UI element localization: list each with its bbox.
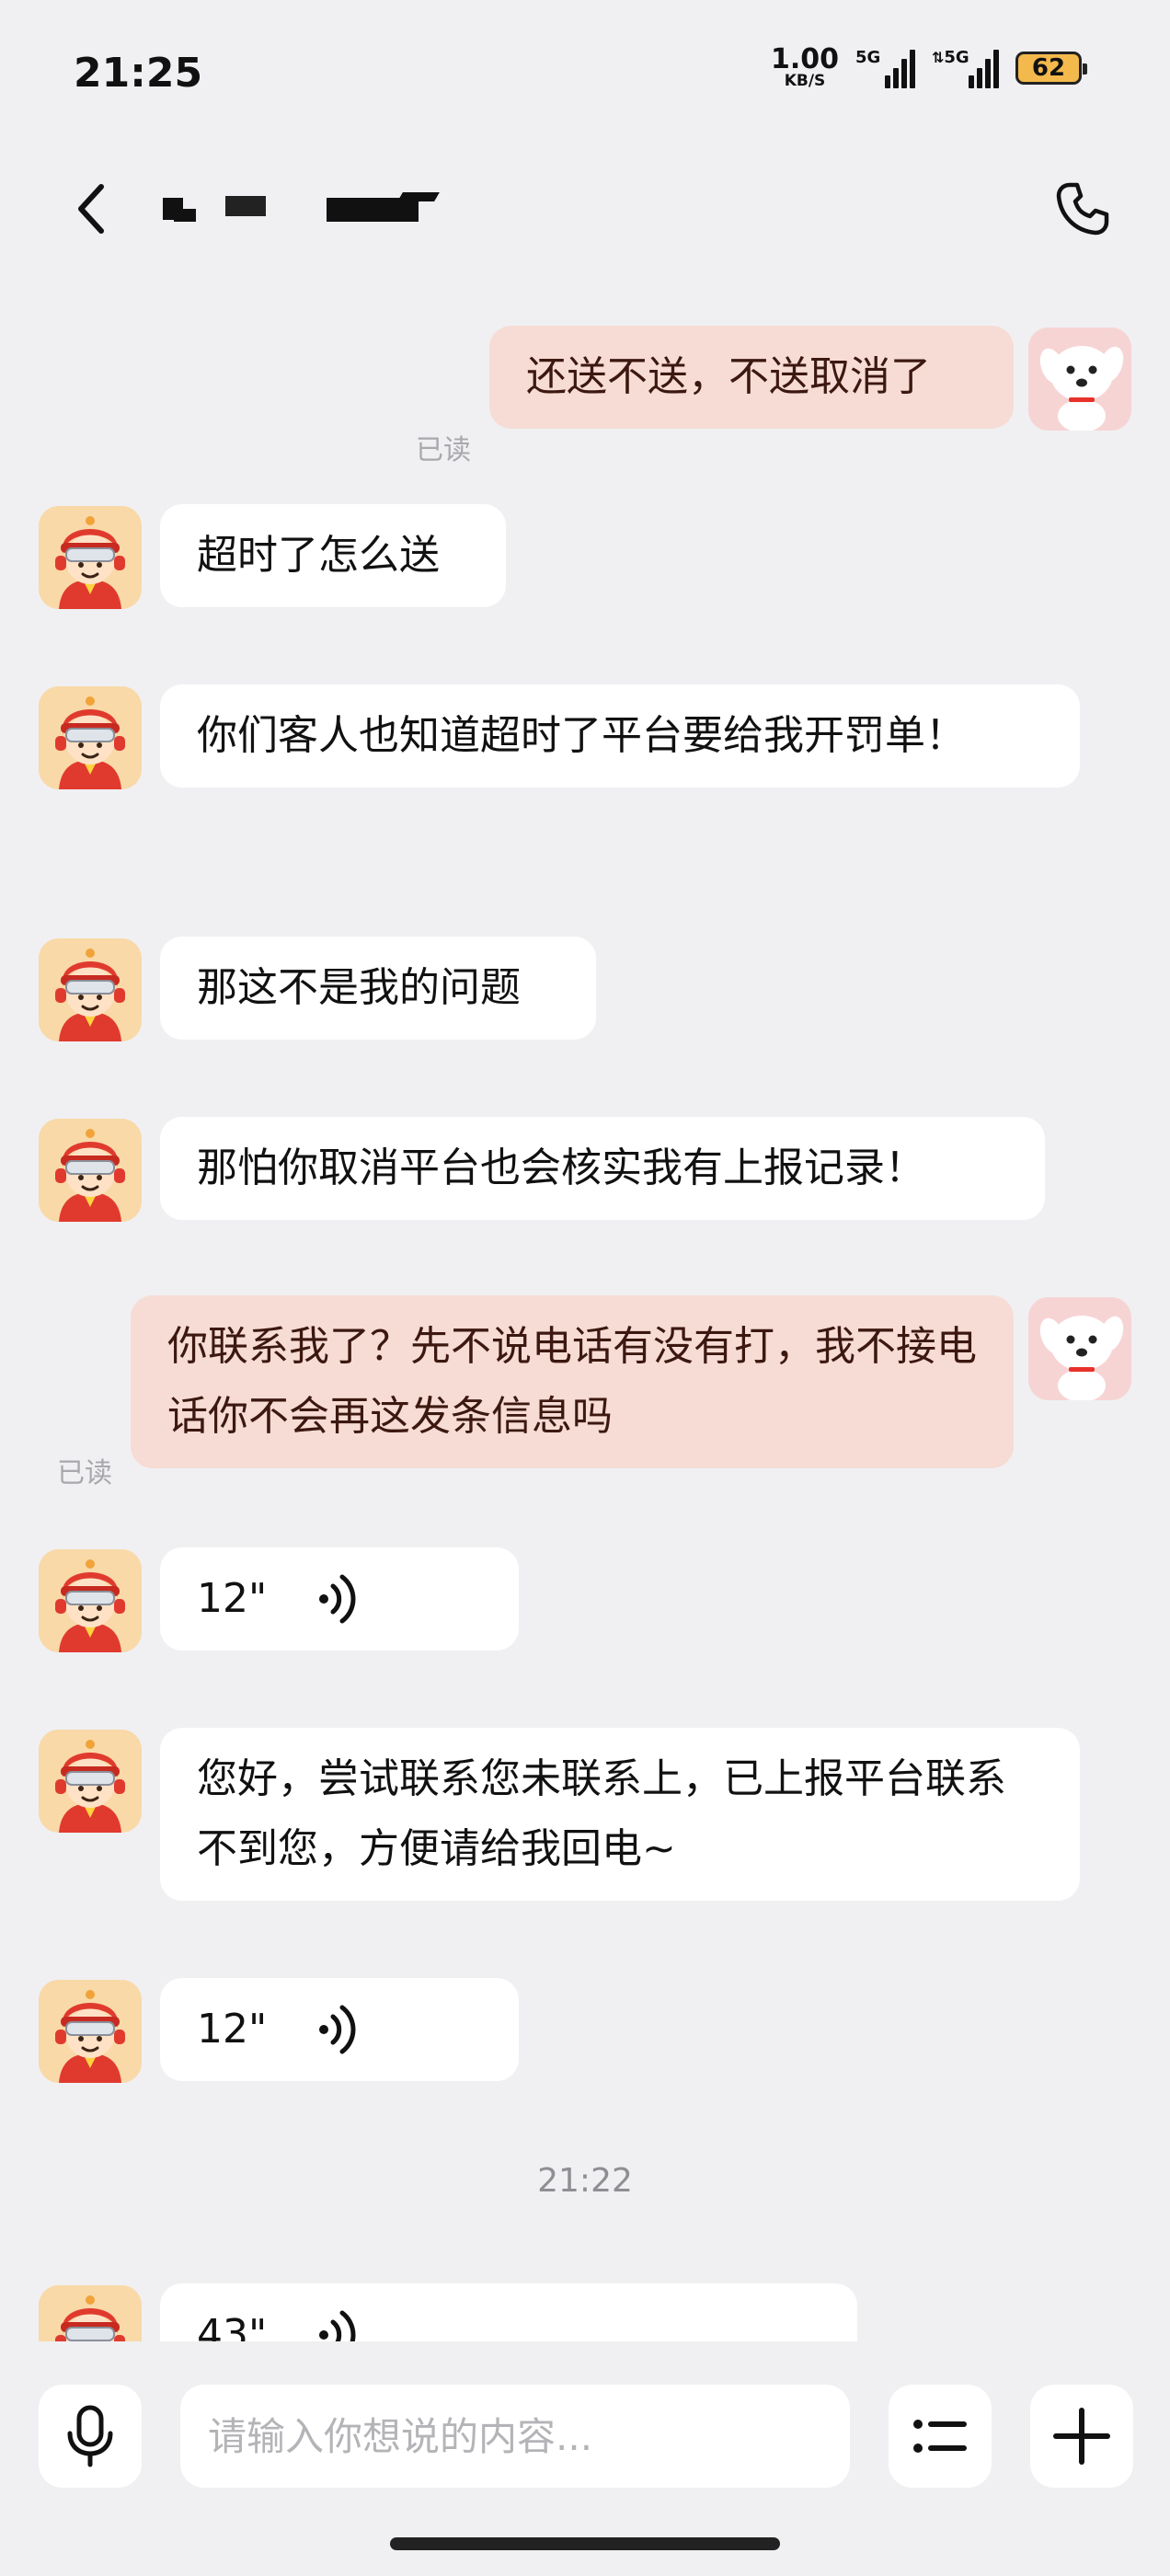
chevron-left-icon — [78, 184, 104, 234]
signal-label: 5G — [855, 47, 881, 67]
joy-dog-avatar-icon — [1028, 1297, 1131, 1400]
voice-message-bubble[interactable]: 43" — [160, 2283, 857, 2341]
voice-message-bubble[interactable]: 12" — [160, 1547, 519, 1650]
message-text: 超时了怎么送 — [197, 532, 440, 579]
voice-wave-icon — [315, 2000, 362, 2059]
network-speed: 1.00 KB/S — [771, 46, 839, 89]
voice-wave-icon — [315, 1570, 362, 1628]
status-indicators: 1.00 KB/S 5G ⇅5G 62 — [771, 46, 1087, 89]
network-speed-unit: KB/S — [784, 72, 826, 90]
my-avatar[interactable] — [1028, 328, 1131, 431]
courier-avatar-icon — [39, 1549, 142, 1652]
message-text: 那怕你取消平台也会核实我有上报记录！ — [197, 1144, 925, 1191]
input-bar — [0, 2341, 1170, 2525]
voice-wave-icon — [319, 1574, 356, 1624]
courier-avatar-icon — [39, 686, 142, 789]
courier-avatar-icon — [39, 2285, 142, 2341]
back-button[interactable] — [64, 177, 120, 241]
received-message-bubble[interactable]: 你们客人也知道超时了平台要给我开罚单！ — [160, 684, 1080, 788]
courier-avatar[interactable] — [39, 1119, 142, 1222]
read-receipt: 已读 — [57, 1457, 112, 1489]
courier-avatar-icon — [39, 1119, 142, 1222]
courier-avatar[interactable] — [39, 1549, 142, 1652]
received-message-bubble[interactable]: 超时了怎么送 — [160, 504, 506, 607]
more-options-button[interactable] — [1030, 2385, 1133, 2488]
network-speed-value: 1.00 — [770, 43, 839, 75]
courier-avatar[interactable] — [39, 1980, 142, 2083]
status-bar: 21:25 1.00 KB/S 5G ⇅5G 62 — [0, 0, 1170, 147]
received-message-bubble[interactable]: 那这不是我的问题 — [160, 937, 596, 1040]
voice-duration: 12" — [197, 1575, 268, 1622]
courier-avatar[interactable] — [39, 506, 142, 609]
chat-screen: 21:25 1.00 KB/S 5G ⇅5G 62 还送不送，不送取消了 已读 … — [0, 0, 1170, 2576]
phone-icon — [1056, 182, 1109, 236]
courier-avatar-icon — [39, 506, 142, 609]
voice-duration: 43" — [197, 2311, 268, 2341]
message-text: 那这不是我的问题 — [197, 964, 521, 1011]
joy-dog-avatar-icon — [1028, 328, 1131, 431]
signal-strength-icon: 5G — [855, 48, 915, 88]
message-text: 您好，尝试联系您未联系上，已上报平台联系不到您，方便请给我回电~ — [197, 1755, 1006, 1872]
message-text: 你联系我了？先不说电话有没有打，我不接电话你不会再这发条信息吗 — [167, 1323, 977, 1440]
voice-input-button[interactable] — [39, 2385, 142, 2488]
contact-name-redacted — [161, 179, 465, 235]
my-avatar[interactable] — [1028, 1297, 1131, 1400]
voice-wave-icon — [319, 2310, 356, 2341]
courier-avatar-icon — [39, 1730, 142, 1833]
signal-strength-icon-2: ⇅5G — [932, 48, 999, 88]
sent-message-bubble[interactable]: 你联系我了？先不说电话有没有打，我不接电话你不会再这发条信息吗 — [131, 1295, 1014, 1468]
message-input[interactable] — [180, 2385, 850, 2488]
courier-avatar[interactable] — [39, 2285, 142, 2341]
microphone-icon — [67, 2405, 113, 2467]
battery-icon: 62 — [1015, 51, 1087, 85]
quick-reply-button[interactable] — [889, 2385, 992, 2488]
chat-header — [0, 147, 1170, 267]
plus-icon — [1053, 2408, 1110, 2465]
message-timestamp: 21:22 — [537, 2162, 633, 2200]
message-text: 你们客人也知道超时了平台要给我开罚单！ — [197, 712, 966, 759]
courier-avatar[interactable] — [39, 686, 142, 789]
courier-avatar[interactable] — [39, 1730, 142, 1833]
message-list[interactable]: 还送不送，不送取消了 已读 超时了怎么送 你们客人也知道超时了平台要给我开罚单！ … — [0, 267, 1170, 2341]
status-time: 21:25 — [74, 50, 203, 97]
courier-avatar[interactable] — [39, 938, 142, 1041]
voice-wave-icon — [319, 2005, 356, 2054]
sent-message-bubble[interactable]: 还送不送，不送取消了 — [489, 326, 1014, 429]
message-text: 还送不送，不送取消了 — [526, 353, 931, 400]
voice-wave-icon — [315, 2306, 362, 2341]
call-button[interactable] — [1049, 175, 1117, 243]
courier-avatar-icon — [39, 1980, 142, 2083]
quick-reply-list-icon — [913, 2420, 967, 2453]
voice-duration: 12" — [197, 2006, 268, 2053]
voice-message-bubble[interactable]: 12" — [160, 1978, 519, 2081]
courier-avatar-icon — [39, 938, 142, 1041]
read-receipt: 已读 — [416, 434, 471, 466]
received-message-bubble[interactable]: 您好，尝试联系您未联系上，已上报平台联系不到您，方便请给我回电~ — [160, 1728, 1080, 1901]
home-indicator[interactable] — [390, 2537, 780, 2550]
received-message-bubble[interactable]: 那怕你取消平台也会核实我有上报记录！ — [160, 1117, 1045, 1220]
signal-label-2: ⇅5G — [932, 47, 969, 67]
